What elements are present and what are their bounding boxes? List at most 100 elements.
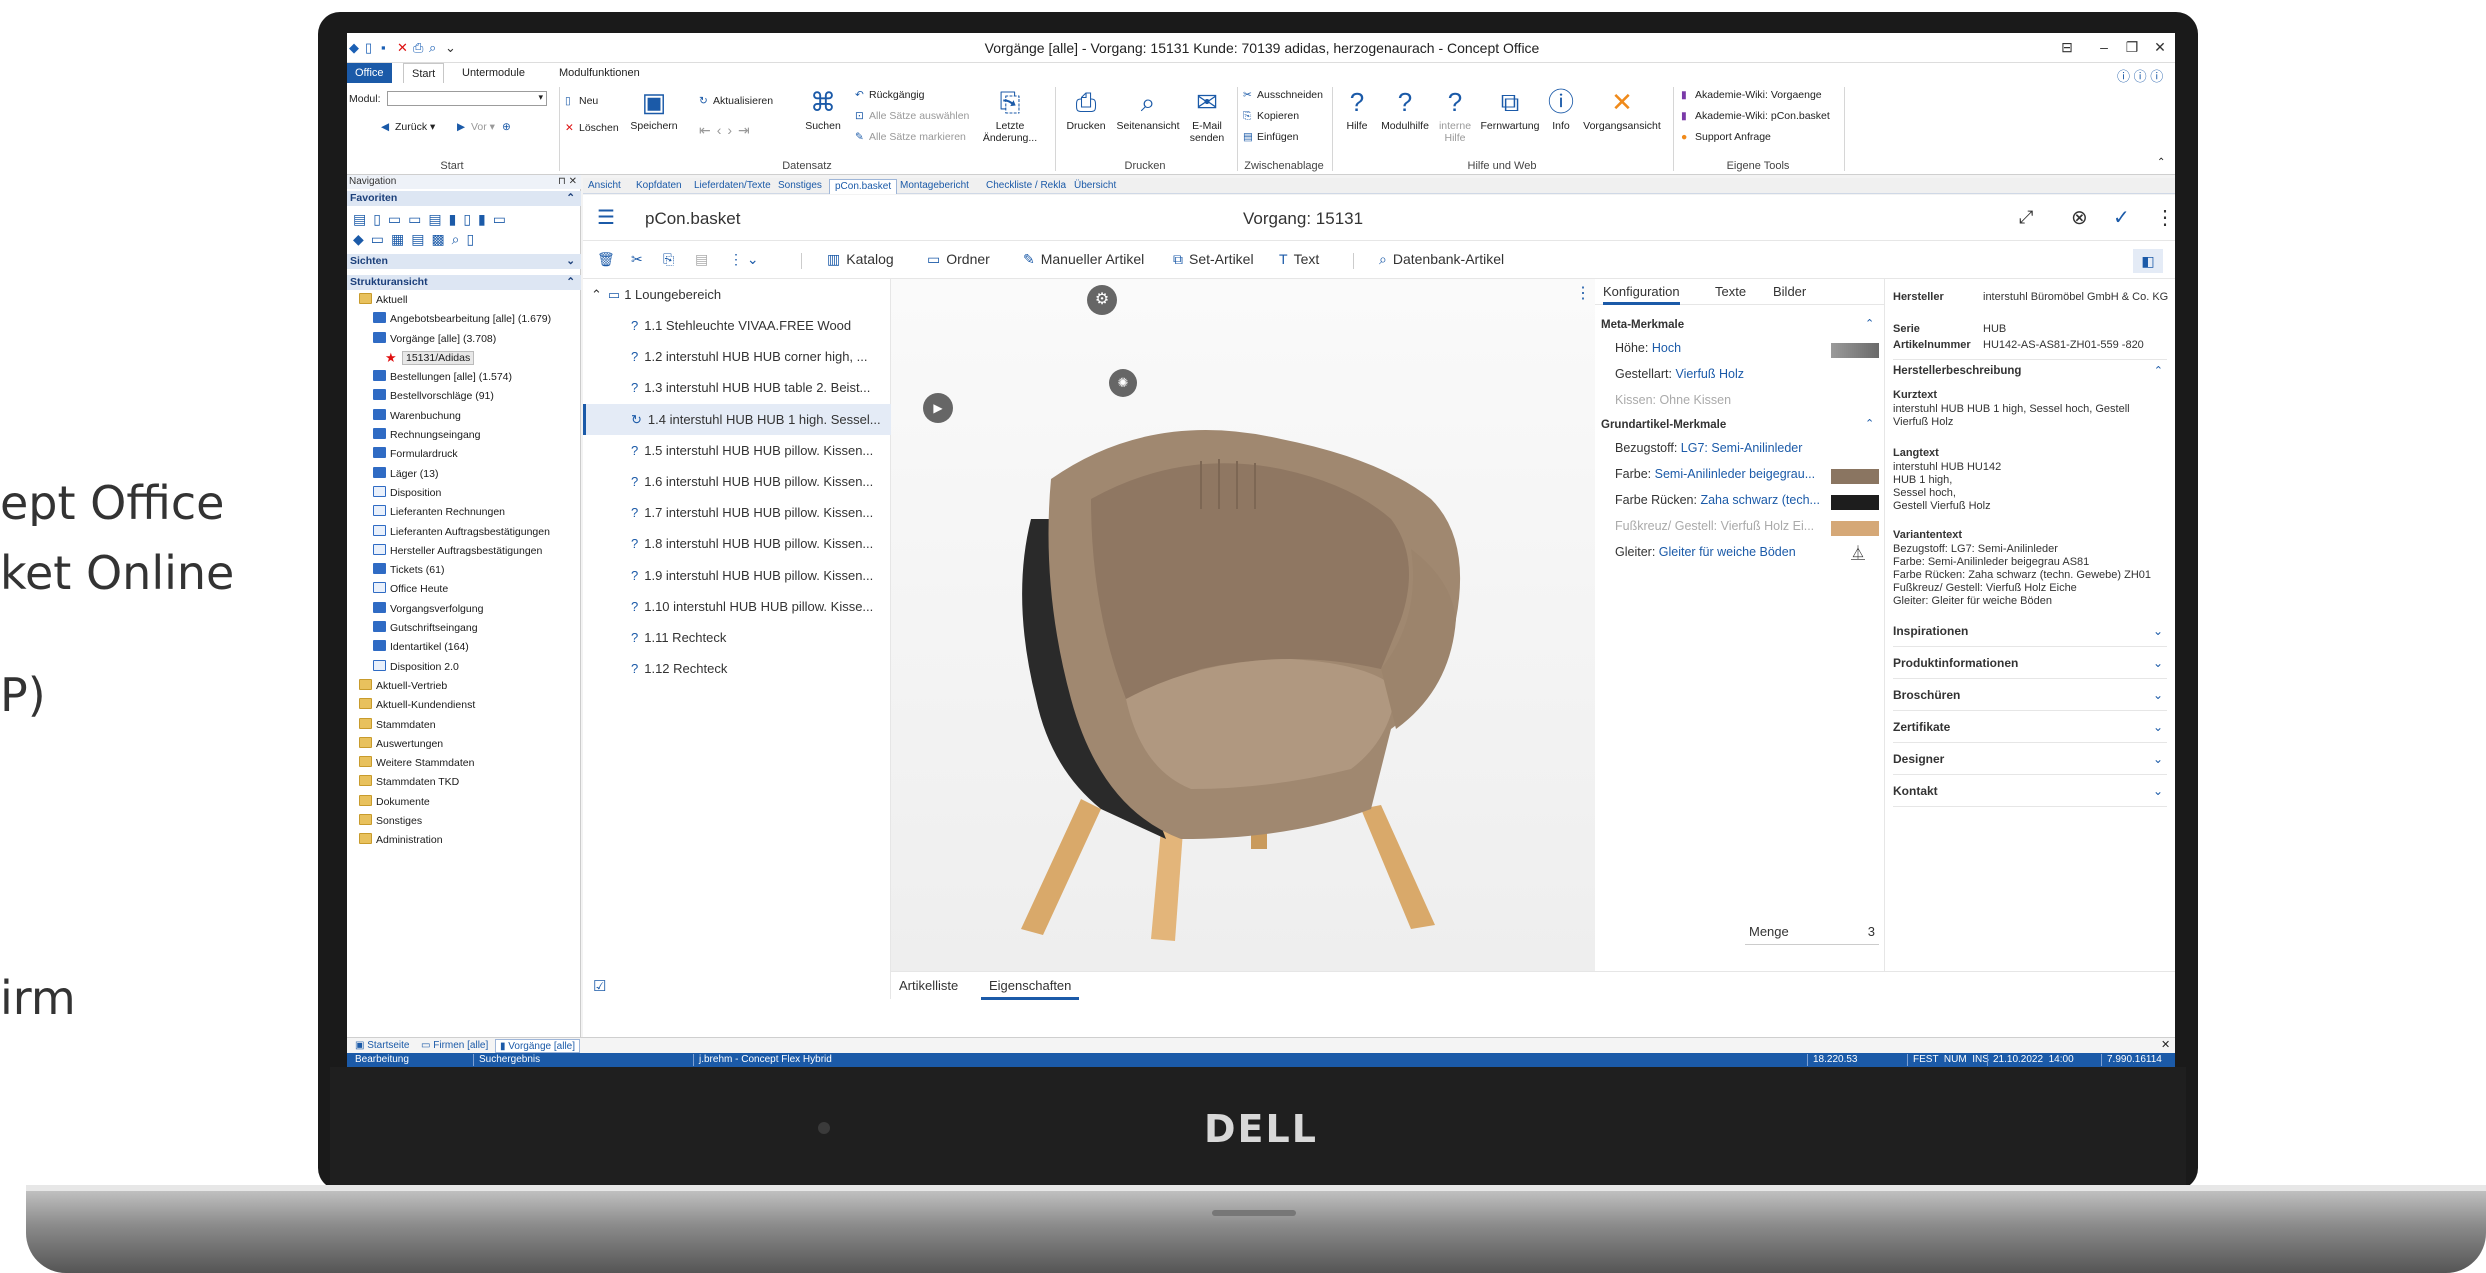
tree-item[interactable]: Formulardruck — [347, 445, 581, 464]
info-section[interactable]: Broschüren ⌄ — [1893, 679, 2167, 711]
doc-tab[interactable]: Übersicht — [1069, 179, 1121, 194]
tree-item[interactable]: Hersteller Auftragsbestätigungen — [347, 542, 581, 561]
collapse-icon[interactable]: ⌃ — [1865, 417, 1874, 430]
print-button[interactable]: ⎙ Drucken — [1063, 87, 1109, 132]
record-navigator[interactable]: ⇤‹›⇥ — [699, 122, 756, 139]
3d-viewer[interactable]: ⚙ ▶ ✺ ⋮ — [891, 279, 1595, 971]
nav-favoriten-header[interactable]: Favoriten ⌃ — [347, 191, 581, 206]
article-row[interactable]: ? 1.6 interstuhl HUB HUB pillow. Kissen..… — [583, 466, 891, 497]
modul-select[interactable]: ▾ — [387, 91, 547, 106]
save-icon[interactable]: ▪ — [381, 41, 395, 54]
last-change-button[interactable]: ⎘ Letzte Änderung... — [981, 87, 1039, 144]
nav-struktur-header[interactable]: Strukturansicht ⌃ — [347, 275, 581, 290]
group-row[interactable]: ⌃ ▭ 1 Loungebereich — [583, 279, 891, 310]
tree-item[interactable]: Bestellvorschläge (91) — [347, 387, 581, 406]
fullscreen-icon[interactable]: ⤢ — [2019, 207, 2033, 228]
camera-icon[interactable]: ▶ — [923, 393, 953, 423]
tree-item[interactable]: Tickets (61) — [347, 561, 581, 580]
tree-item[interactable]: Lieferanten Rechnungen — [347, 503, 581, 522]
menu-icon[interactable]: ☰ — [597, 205, 615, 230]
tab-texte[interactable]: Texte — [1715, 284, 1746, 299]
article-row[interactable]: ? 1.3 interstuhl HUB HUB table 2. Beist..… — [583, 372, 891, 403]
tab-eigenschaften[interactable]: Eigenschaften — [981, 972, 1080, 1000]
tab-start[interactable]: Start — [403, 63, 445, 83]
viewer-more-icon[interactable]: ⋮ — [1575, 283, 1591, 303]
article-row[interactable]: ? 1.8 interstuhl HUB HUB pillow. Kissen..… — [583, 528, 891, 559]
tree-item[interactable]: Disposition — [347, 484, 581, 503]
tree-item[interactable]: Läger (13) — [347, 465, 581, 484]
doc-tab[interactable]: Checkliste / Rekla — [981, 179, 1071, 194]
checklist-icon[interactable]: ☑ — [593, 977, 606, 995]
info-section[interactable]: Kontakt ⌄ — [1893, 775, 2167, 807]
undo-button[interactable]: ↶ Rückgängig — [855, 89, 924, 101]
article-row[interactable]: ? 1.11 Rechteck — [583, 622, 891, 653]
bezug-property[interactable]: Bezugstoff: LG7: Semi-Anilinleder — [1615, 441, 1875, 455]
home-icon[interactable]: ⊕ — [502, 121, 511, 133]
favorites-toolbar-2[interactable]: ◆▭▦▤▩⌕▯ — [353, 231, 481, 248]
tree-item[interactable]: Office Heute — [347, 580, 581, 599]
close-tab-icon[interactable]: ✕ — [2161, 1038, 2170, 1051]
wiki-vorgaenge-link[interactable]: ▮ Akademie-Wiki: Vorgaenge — [1681, 89, 1822, 101]
article-row[interactable]: ? 1.5 interstuhl HUB HUB pillow. Kissen..… — [583, 435, 891, 466]
help-button[interactable]: ? Hilfe — [1339, 87, 1375, 132]
doc-tab[interactable]: Ansicht — [583, 179, 626, 194]
email-button[interactable]: ✉ E-Mail senden — [1185, 87, 1229, 144]
wiki-pcon-link[interactable]: ▮ Akademie-Wiki: pCon.basket — [1681, 110, 1830, 122]
article-row[interactable]: ↻ 1.4 interstuhl HUB HUB 1 high. Sessel..… — [583, 403, 891, 435]
restore-ribbon-button[interactable]: ⊟ — [2057, 39, 2077, 56]
collapse-icon[interactable]: ⌃ — [1865, 317, 1874, 330]
search-button[interactable]: ⌘ Suchen — [799, 87, 847, 132]
tree-item[interactable]: Lieferanten Auftragsbestätigungen — [347, 523, 581, 542]
doc-tab[interactable]: pCon.basket — [829, 179, 898, 194]
tree-item[interactable]: Bestellungen [alle] (1.574) — [347, 368, 581, 387]
tree-item[interactable]: Angebotsbearbeitung [alle] (1.679) — [347, 310, 581, 329]
info-section[interactable]: Zertifikate ⌄ — [1893, 711, 2167, 743]
copy-button[interactable]: ⎘ Kopieren — [1243, 110, 1299, 123]
tree-item[interactable]: Weitere Stammdaten — [347, 754, 581, 773]
tree-item[interactable]: Vorgänge [alle] (3.708) — [347, 330, 581, 349]
katalog-button[interactable]: ▥ Katalog — [827, 251, 894, 268]
article-row[interactable]: ? 1.1 Stehleuchte VIVAA.FREE Wood — [583, 310, 891, 341]
pin-icon[interactable]: ⊓ ✕ — [558, 175, 577, 189]
paste-icon[interactable]: ▤ — [695, 251, 708, 268]
new-button[interactable]: ▯ Neu — [565, 95, 598, 107]
tree-item[interactable]: Stammdaten TKD — [347, 773, 581, 792]
beschreibung-header[interactable]: Herstellerbeschreibung ⌃ — [1893, 359, 2167, 383]
more-icon[interactable]: ⋮ — [2155, 205, 2175, 230]
gestell-property[interactable]: Gestellart: Vierfuß Holz — [1615, 367, 1875, 381]
scissors-icon[interactable]: ✂ — [631, 251, 643, 268]
copy-icon[interactable]: ⎘ — [663, 251, 674, 268]
cut-button[interactable]: ✂ Ausschneiden — [1243, 89, 1323, 101]
delete-button[interactable]: ✕ Löschen — [565, 122, 619, 134]
article-row[interactable]: ? 1.2 interstuhl HUB HUB corner high, ... — [583, 341, 891, 372]
refresh-button[interactable]: ↻ Aktualisieren — [699, 95, 773, 107]
select-all-button[interactable]: ⊡ Alle Sätze auswählen — [855, 110, 969, 122]
support-link[interactable]: ● Support Anfrage — [1681, 131, 1771, 143]
tree-item[interactable]: Warenbuchung — [347, 407, 581, 426]
tab-office[interactable]: Office — [347, 63, 392, 83]
minimize-button[interactable]: – — [2094, 39, 2114, 55]
tree-item[interactable]: Administration — [347, 831, 581, 850]
manueller-artikel-button[interactable]: ✎ Manueller Artikel — [1023, 251, 1144, 268]
more-vert-icon[interactable]: ⋮ ⌄ — [729, 251, 759, 268]
info-section[interactable]: Inspirationen ⌄ — [1893, 615, 2167, 647]
ruecken-property[interactable]: Farbe Rücken: Zaha schwarz (tech... — [1615, 493, 1825, 507]
print-icon[interactable]: ⎙ — [413, 41, 427, 54]
gear-icon[interactable]: ⚙ — [1087, 285, 1117, 315]
collapse-ribbon-icon[interactable]: ⌃ — [2157, 157, 2165, 168]
tree-item[interactable]: Rechnungseingang — [347, 426, 581, 445]
tab-artikelliste[interactable]: Artikelliste — [891, 972, 966, 1000]
article-row[interactable]: ? 1.12 Rechteck — [583, 653, 891, 684]
datenbank-artikel-button[interactable]: ⌕ Datenbank-Artikel — [1379, 251, 1504, 268]
close-circle-icon[interactable]: ⊗ — [2071, 205, 2088, 230]
tree-item[interactable]: Gutschriftseingang — [347, 619, 581, 638]
page-view-button[interactable]: ⌕ Seitenansicht — [1113, 87, 1183, 132]
confirm-icon[interactable]: ✓ — [2113, 205, 2130, 230]
doc-tab[interactable]: Kopfdaten — [631, 179, 687, 194]
forward-button[interactable]: ▶ Vor ▾ — [457, 121, 495, 133]
customize-icon[interactable]: ⌄ — [445, 41, 459, 54]
back-button[interactable]: ◀ Zurück ▾ — [381, 121, 435, 133]
info-section[interactable]: Produktinformationen ⌄ — [1893, 647, 2167, 679]
article-row[interactable]: ? 1.9 interstuhl HUB HUB pillow. Kissen..… — [583, 560, 891, 591]
tree-item[interactable]: Sonstiges — [347, 812, 581, 831]
